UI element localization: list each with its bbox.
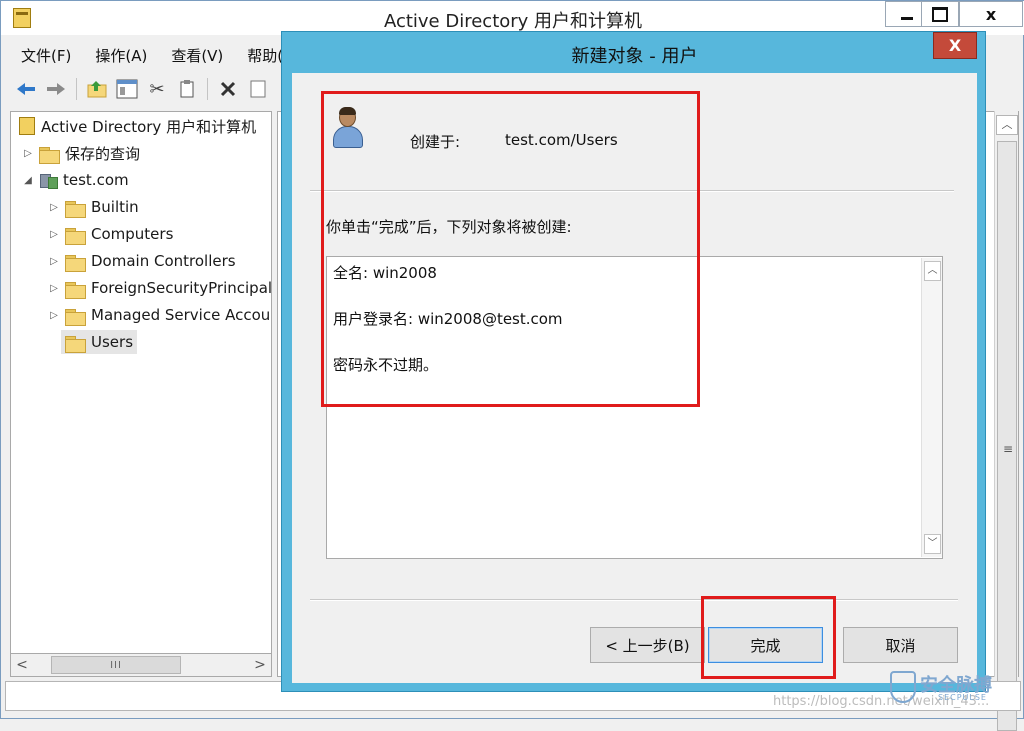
cut-icon[interactable]: ✂ bbox=[144, 76, 170, 102]
tree-item-label: Domain Controllers bbox=[91, 252, 236, 270]
tree-item-label: test.com bbox=[63, 171, 129, 189]
tree-item-label: Active Directory 用户和计算机 bbox=[41, 117, 257, 136]
delete-icon[interactable] bbox=[215, 76, 241, 102]
folder-icon bbox=[65, 226, 86, 245]
menu-action[interactable]: 操作(A) bbox=[83, 41, 159, 69]
scroll-right-icon[interactable]: > bbox=[249, 654, 271, 676]
chevron-right-icon[interactable]: ▷ bbox=[47, 229, 61, 240]
tree-item-label: 保存的查询 bbox=[65, 144, 141, 163]
tree-item-foreign-security-principals[interactable]: ▷ ForeignSecurityPrincipals bbox=[47, 276, 272, 300]
tree-item-builtin[interactable]: ▷ Builtin bbox=[47, 195, 139, 219]
navigation-tree: Active Directory 用户和计算机 ▷ 保存的查询 ◢ test.c… bbox=[10, 111, 272, 677]
scroll-up-icon[interactable]: ︿ bbox=[996, 115, 1018, 135]
scrollbar-thumb[interactable]: III bbox=[51, 656, 181, 674]
chevron-right-icon[interactable]: ▷ bbox=[47, 202, 61, 213]
annotation-highlight-finish bbox=[701, 596, 836, 679]
tree-item-domain-controllers[interactable]: ▷ Domain Controllers bbox=[47, 249, 236, 273]
tree-item-saved-queries[interactable]: ▷ 保存的查询 bbox=[21, 141, 140, 165]
menu-view[interactable]: 查看(V) bbox=[159, 41, 235, 69]
dialog-title: 新建对象 - 用户 bbox=[571, 46, 698, 67]
dialog-close-button[interactable]: X bbox=[933, 32, 977, 59]
tree-item-root[interactable]: Active Directory 用户和计算机 bbox=[15, 114, 256, 138]
back-button[interactable]: < 上一步(B) bbox=[590, 627, 705, 663]
back-arrow-icon[interactable] bbox=[13, 76, 39, 102]
tree-item-computers[interactable]: ▷ Computers bbox=[47, 222, 173, 246]
tree-item-label: Computers bbox=[91, 225, 174, 243]
folder-icon bbox=[39, 145, 60, 164]
folder-icon bbox=[65, 334, 86, 353]
properties-icon[interactable] bbox=[245, 76, 271, 102]
annotation-highlight-summary bbox=[321, 91, 700, 407]
menu-file[interactable]: 文件(F) bbox=[9, 41, 83, 69]
toolbar: ✂ bbox=[9, 73, 289, 105]
tree-item-users[interactable]: Users bbox=[61, 330, 138, 354]
summary-scrollbar[interactable]: ︿ ﹀ bbox=[921, 258, 942, 557]
divider bbox=[310, 599, 958, 601]
ou-folder-icon bbox=[65, 253, 86, 272]
tree-item-label: Managed Service Accounts bbox=[91, 306, 271, 324]
chevron-down-icon[interactable]: ◢ bbox=[21, 175, 35, 186]
chevron-right-icon[interactable]: ▷ bbox=[47, 310, 61, 321]
watermark-brand-sub: SECPULSE bbox=[938, 693, 987, 702]
scrollbar-thumb[interactable]: ≡ bbox=[997, 141, 1017, 731]
tree-item-managed-service-accounts[interactable]: ▷ Managed Service Accounts bbox=[47, 303, 271, 327]
menu-bar: 文件(F) 操作(A) 查看(V) 帮助( bbox=[9, 41, 289, 69]
chevron-right-icon[interactable]: ▷ bbox=[21, 148, 35, 159]
cancel-button[interactable]: 取消 bbox=[843, 627, 958, 663]
chevron-right-icon[interactable]: ▷ bbox=[47, 256, 61, 267]
scroll-left-icon[interactable]: < bbox=[11, 654, 33, 676]
toolbar-divider bbox=[207, 78, 208, 100]
chevron-right-icon[interactable]: ▷ bbox=[47, 283, 61, 294]
ad-root-icon bbox=[19, 117, 35, 135]
folder-icon bbox=[65, 199, 86, 218]
window-title: Active Directory 用户和计算机 bbox=[383, 11, 643, 32]
copy-icon[interactable] bbox=[174, 76, 200, 102]
folder-icon bbox=[65, 280, 86, 299]
folder-icon bbox=[65, 307, 86, 326]
up-folder-icon[interactable] bbox=[84, 76, 110, 102]
tree-item-label: Builtin bbox=[91, 198, 139, 216]
scroll-down-icon[interactable]: ﹀ bbox=[924, 534, 941, 554]
shield-icon bbox=[890, 671, 916, 703]
show-tree-icon[interactable] bbox=[114, 76, 140, 102]
maximize-button[interactable] bbox=[921, 1, 959, 27]
scrollbar-grip: ≡ bbox=[1002, 442, 1014, 456]
domain-icon bbox=[39, 171, 58, 189]
scroll-up-icon[interactable]: ︿ bbox=[924, 261, 941, 281]
title-bar: Active Directory 用户和计算机 x bbox=[1, 1, 1024, 35]
toolbar-divider bbox=[76, 78, 77, 100]
details-vertical-scrollbar[interactable]: ︿ ≡ bbox=[994, 111, 1018, 731]
tree-item-domain[interactable]: ◢ test.com bbox=[21, 168, 129, 192]
tree-item-label: Users bbox=[91, 333, 134, 351]
forward-arrow-icon[interactable] bbox=[43, 76, 69, 102]
tree-horizontal-scrollbar[interactable]: < III > bbox=[10, 653, 272, 677]
close-window-button[interactable]: x bbox=[959, 1, 1023, 27]
tree-item-label: ForeignSecurityPrincipals bbox=[91, 279, 272, 297]
watermark-logo: 安全脉搏 SECPULSE bbox=[890, 671, 1010, 707]
